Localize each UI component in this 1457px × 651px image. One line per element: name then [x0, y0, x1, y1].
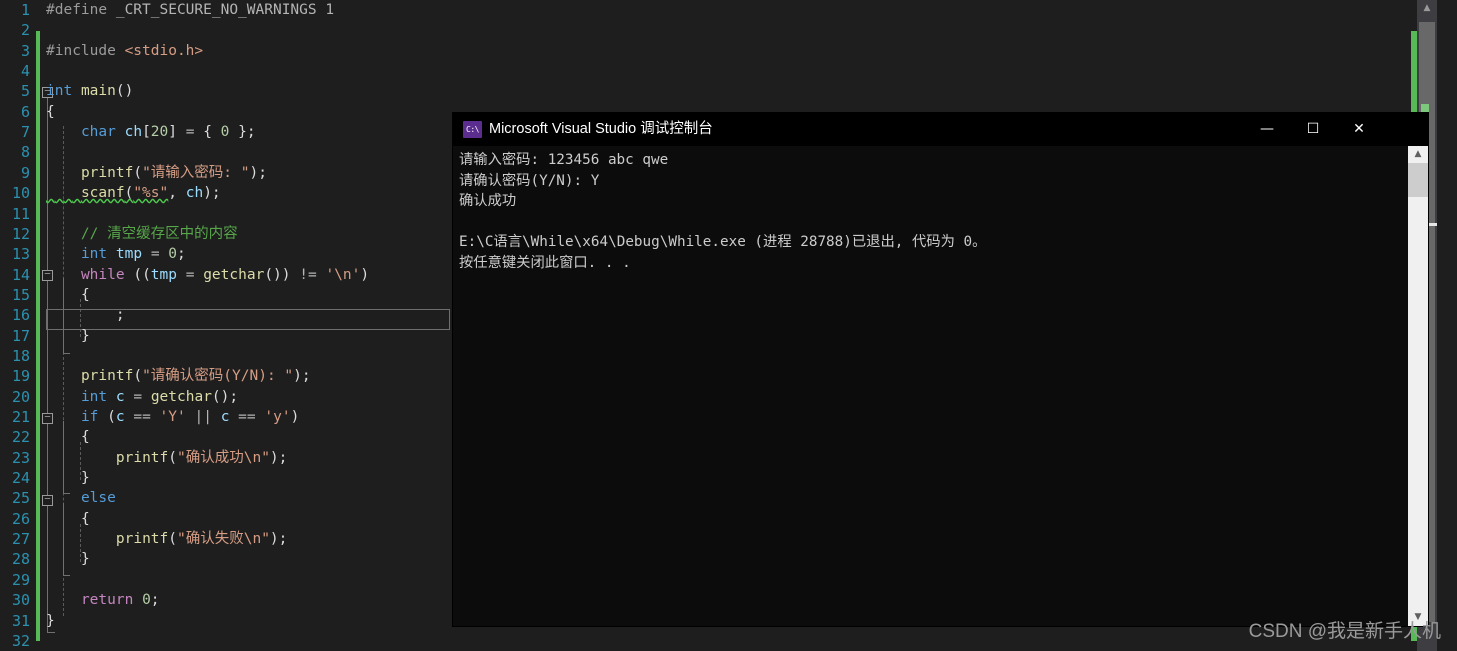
console-output-line: 请输入密码: 123456 abc qwe: [459, 152, 669, 168]
line-number: 2: [20, 21, 30, 40]
console-output[interactable]: 请输入密码: 123456 abc qwe 请确认密码(Y/N): Y 确认成功 E…: [453, 146, 1408, 626]
console-scrollbar-thumb[interactable]: [1408, 163, 1428, 197]
code-line[interactable]: int main(): [46, 81, 133, 101]
line-number: 14: [11, 265, 30, 284]
code-line[interactable]: return 0;: [46, 590, 160, 610]
console-window[interactable]: C:\ Microsoft Visual Studio 调试控制台 — ☐ ✕ …: [453, 113, 1428, 626]
watermark: CSDN @我是新手人机: [1248, 621, 1441, 642]
console-output-line: 确认成功: [459, 193, 517, 209]
code-line[interactable]: {: [46, 285, 90, 305]
line-number: 4: [20, 62, 30, 81]
line-number: 26: [11, 509, 30, 528]
line-number: 21: [11, 408, 30, 426]
code-line[interactable]: }: [46, 468, 90, 488]
line-number: 9: [20, 163, 30, 182]
line-number: 25: [11, 489, 30, 508]
line-number: 27: [11, 530, 30, 549]
console-icon: C:\: [463, 121, 482, 138]
line-number: 17: [11, 326, 30, 345]
code-line[interactable]: int c = getchar();: [46, 387, 238, 407]
line-number: 32: [11, 631, 30, 650]
structure-guide-else-end: [63, 575, 70, 576]
line-number: 10: [11, 184, 30, 203]
scroll-up-icon[interactable]: ▲: [1417, 0, 1437, 17]
console-scrollbar[interactable]: ▲ ▼: [1408, 146, 1428, 626]
line-number: 12: [11, 224, 30, 243]
code-line[interactable]: else: [46, 488, 116, 508]
console-output-line: E:\C语言\While\x64\Debug\While.exe (进程 287…: [459, 234, 987, 250]
line-number: 31: [11, 611, 30, 630]
structure-guide-main-end: [47, 632, 55, 633]
minimize-button[interactable]: —: [1244, 113, 1290, 146]
line-number: 1: [20, 1, 30, 19]
structure-guide-while-end: [63, 353, 70, 354]
close-button[interactable]: ✕: [1336, 113, 1382, 146]
code-line[interactable]: printf("请确认密码(Y/N): ");: [46, 366, 311, 386]
line-number: 28: [11, 550, 30, 569]
console-title-bar[interactable]: C:\ Microsoft Visual Studio 调试控制台 — ☐ ✕: [453, 113, 1428, 146]
code-line[interactable]: if (c == 'Y' || c == 'y'): [46, 407, 299, 427]
console-title: Microsoft Visual Studio 调试控制台: [489, 121, 713, 137]
console-output-line: 请确认密码(Y/N): Y: [459, 172, 600, 189]
line-number: 8: [20, 143, 30, 162]
code-line[interactable]: #include <stdio.h>: [46, 41, 203, 61]
code-line[interactable]: {: [46, 102, 55, 122]
line-number: 22: [11, 428, 30, 447]
line-number: 5: [20, 82, 30, 101]
code-line[interactable]: {: [46, 509, 90, 529]
code-line[interactable]: while ((tmp = getchar()) != '\n'): [46, 265, 369, 285]
code-line[interactable]: printf("确认失败\n");: [46, 529, 288, 549]
line-number: 15: [11, 285, 30, 304]
code-line[interactable]: char ch[20] = { 0 };: [46, 122, 256, 142]
code-line[interactable]: printf("确认成功\n");: [46, 448, 288, 468]
line-number: 30: [11, 591, 30, 610]
code-line[interactable]: }: [46, 549, 90, 569]
console-output-line: 按任意键关闭此窗口. . .: [459, 254, 631, 271]
line-number: 29: [11, 570, 30, 589]
code-line[interactable]: }: [46, 611, 55, 631]
line-number: 20: [11, 387, 30, 406]
line-number: 18: [11, 346, 30, 365]
line-number: 19: [11, 367, 30, 386]
line-number: 7: [20, 123, 30, 142]
change-bar: [36, 31, 40, 641]
line-number: 16: [11, 306, 30, 325]
code-line[interactable]: int tmp = 0;: [46, 244, 186, 264]
line-number: 6: [20, 102, 30, 121]
line-number: 24: [11, 469, 30, 488]
code-line[interactable]: printf("请输入密码: ");: [46, 163, 267, 183]
code-line[interactable]: #define _CRT_SECURE_NO_WARNINGS 1: [46, 0, 334, 20]
line-number: 23: [11, 448, 30, 467]
code-line[interactable]: {: [46, 427, 90, 447]
line-number: 3: [20, 41, 30, 60]
code-line[interactable]: // 清空缓存区中的内容: [46, 224, 238, 244]
code-line[interactable]: scanf("%s", ch);: [46, 183, 221, 203]
console-scroll-up-icon[interactable]: ▲: [1408, 146, 1428, 163]
code-line[interactable]: }: [46, 326, 90, 346]
code-line[interactable]: ;: [46, 305, 125, 325]
maximize-button[interactable]: ☐: [1290, 113, 1336, 146]
line-number: 13: [11, 245, 30, 264]
line-number: 11: [11, 204, 30, 223]
